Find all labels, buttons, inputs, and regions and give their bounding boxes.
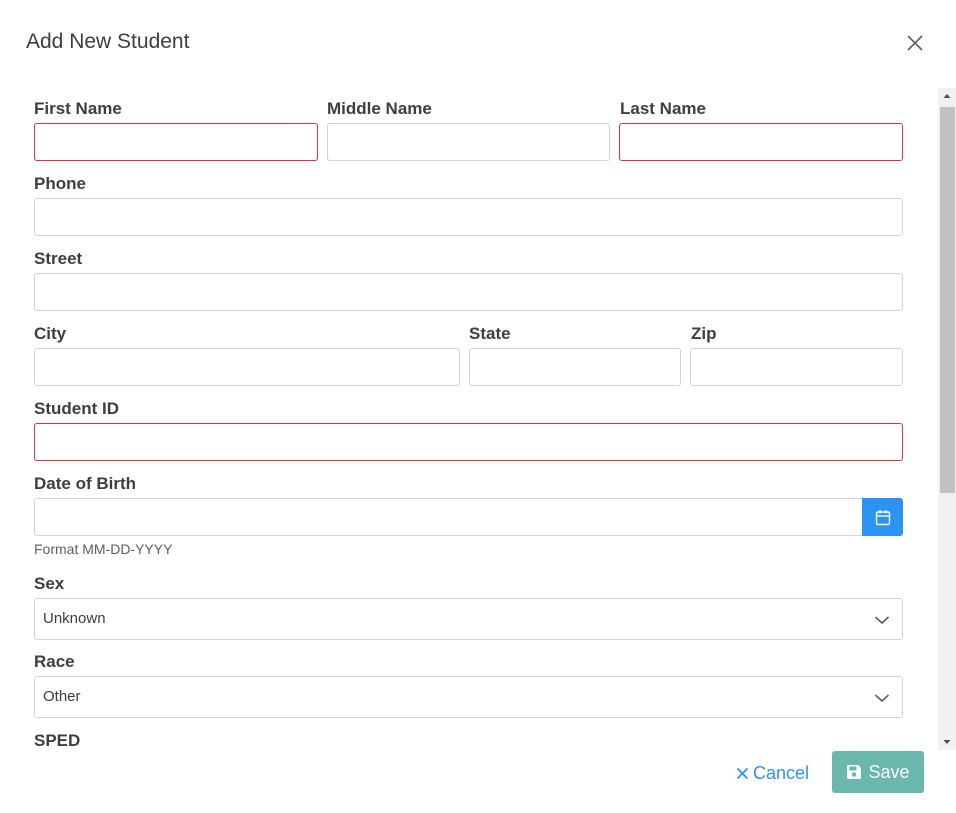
close-icon xyxy=(907,35,923,51)
street-input[interactable] xyxy=(34,273,903,311)
sped-label: SPED xyxy=(34,731,81,750)
chevron-down-icon xyxy=(874,616,890,625)
state-label: State xyxy=(469,324,511,343)
city-input[interactable] xyxy=(34,348,460,386)
race-label: Race xyxy=(34,652,75,671)
cancel-button[interactable]: Cancel xyxy=(732,758,813,788)
date-of-birth-label: Date of Birth xyxy=(34,474,136,493)
date-of-birth-input[interactable] xyxy=(34,498,863,536)
close-icon xyxy=(736,767,749,779)
first-name-label: First Name xyxy=(34,99,122,118)
chevron-down-icon xyxy=(874,694,890,703)
last-name-label: Last Name xyxy=(620,99,706,118)
street-label: Street xyxy=(34,249,83,268)
floppy-disk-icon xyxy=(847,765,862,779)
scroll-thumb[interactable] xyxy=(940,107,955,493)
triangle-down-icon xyxy=(943,740,951,744)
student-id-label: Student ID xyxy=(34,399,119,418)
scroll-down-arrow[interactable] xyxy=(938,733,956,750)
zip-input[interactable] xyxy=(690,348,903,386)
date-format-hint: Format MM-DD-YYYY xyxy=(34,541,173,557)
date-picker-button[interactable] xyxy=(862,498,903,536)
phone-input[interactable] xyxy=(34,198,903,236)
race-select[interactable]: Other xyxy=(34,676,903,718)
state-input[interactable] xyxy=(469,348,681,386)
student-id-input[interactable] xyxy=(34,423,903,461)
cancel-label: Cancel xyxy=(753,762,810,783)
race-selected-value: Other xyxy=(43,688,81,705)
close-button[interactable] xyxy=(902,30,928,56)
middle-name-label: Middle Name xyxy=(327,99,432,118)
save-label: Save xyxy=(868,761,910,782)
calendar-icon xyxy=(875,509,890,525)
modal-scrollbar[interactable] xyxy=(938,88,956,750)
sex-selected-value: Unknown xyxy=(43,610,106,627)
first-name-input[interactable] xyxy=(34,123,318,161)
zip-label: Zip xyxy=(691,324,717,343)
modal-title: Add New Student xyxy=(26,30,190,53)
last-name-input[interactable] xyxy=(619,123,903,161)
phone-label: Phone xyxy=(34,174,86,193)
triangle-up-icon xyxy=(943,94,951,98)
city-label: City xyxy=(34,324,67,343)
sex-label: Sex xyxy=(34,574,65,593)
sex-select[interactable]: Unknown xyxy=(34,598,903,640)
middle-name-input[interactable] xyxy=(327,123,610,161)
save-button[interactable]: Save xyxy=(832,751,924,793)
modal-body: First Name Middle Name Last Name Phone S… xyxy=(0,88,938,750)
scroll-up-arrow[interactable] xyxy=(938,88,956,105)
